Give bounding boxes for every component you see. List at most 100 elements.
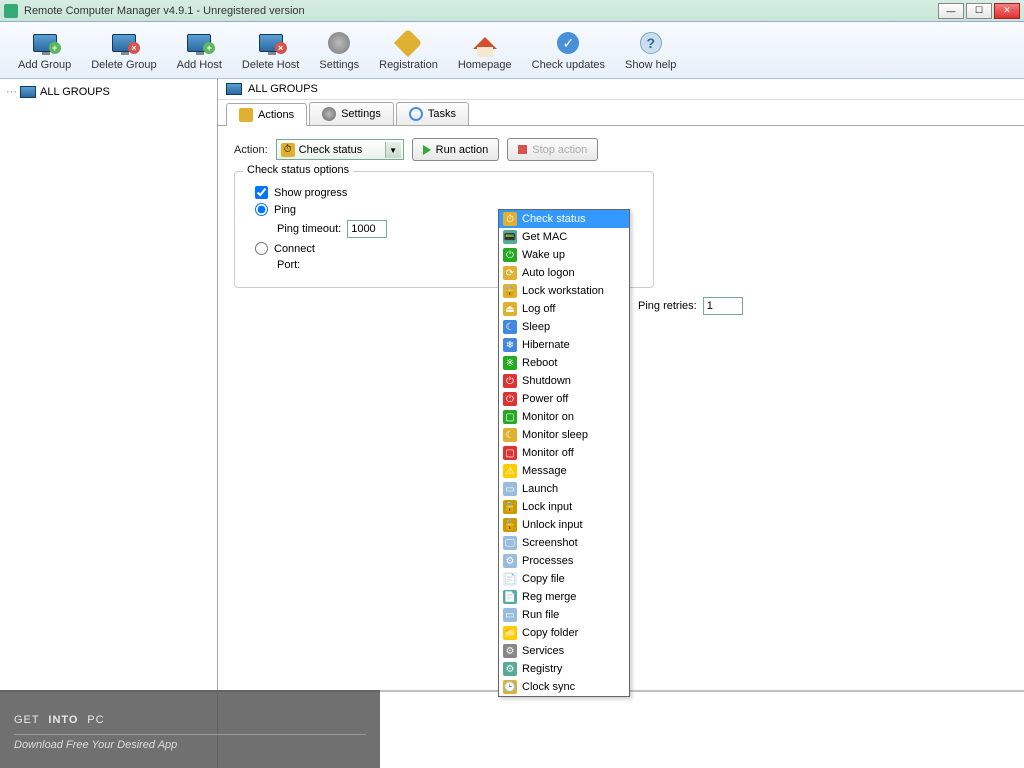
dropdown-item[interactable]: ⚙Services — [499, 642, 629, 660]
show-progress-checkbox[interactable] — [255, 186, 268, 199]
monitor-icon: + — [33, 34, 57, 52]
key-icon — [394, 29, 422, 57]
dropdown-item-label: Reg merge — [522, 591, 576, 603]
action-icon: 🔒 — [503, 284, 517, 298]
dropdown-item-label: Hibernate — [522, 339, 570, 351]
dropdown-item[interactable]: ⚠Message — [499, 462, 629, 480]
dropdown-item[interactable]: 🔒 Lock input — [499, 498, 629, 516]
dropdown-item-label: Lock input — [522, 501, 572, 513]
dropdown-item[interactable]: ※Reboot — [499, 354, 629, 372]
key-icon — [239, 108, 253, 122]
button-label: Run action — [436, 144, 489, 156]
dropdown-item[interactable]: ⏻Power off — [499, 390, 629, 408]
action-icon: ⏻ — [503, 374, 517, 388]
action-icon: ⚙ — [503, 662, 517, 676]
dropdown-item[interactable]: ▭Run file — [499, 606, 629, 624]
stop-icon — [518, 145, 527, 154]
add-host-button[interactable]: + Add Host — [167, 24, 232, 76]
dropdown-item-label: Monitor sleep — [522, 429, 588, 441]
add-group-button[interactable]: + Add Group — [8, 24, 81, 76]
watermark-sub: Download Free Your Desired App — [14, 734, 366, 751]
ping-radio[interactable] — [255, 203, 268, 216]
minimize-button[interactable]: — — [938, 3, 964, 19]
dropdown-item[interactable]: ⏻Wake up — [499, 246, 629, 264]
action-icon: ⚙ — [503, 644, 517, 658]
dropdown-item[interactable]: ▢ Monitor on — [499, 408, 629, 426]
delete-host-button[interactable]: × Delete Host — [232, 24, 309, 76]
dropdown-item[interactable]: 🔓Unlock input — [499, 516, 629, 534]
toolbar-label: Delete Host — [242, 59, 299, 71]
dropdown-item[interactable]: ⏏Log off — [499, 300, 629, 318]
help-icon: ? — [640, 32, 662, 54]
tab-label: Actions — [258, 109, 294, 121]
clock-icon: ⏱ — [281, 143, 295, 157]
action-icon: 🔒 — [503, 500, 517, 514]
tab-tasks[interactable]: Tasks — [396, 102, 469, 125]
action-icon: ▢ — [503, 410, 517, 424]
dropdown-item[interactable]: 📁 Copy folder — [499, 624, 629, 642]
connect-radio[interactable] — [255, 242, 268, 255]
toolbar-label: Add Group — [18, 59, 71, 71]
action-combo[interactable]: ⏱ Check status ▼ — [276, 139, 404, 160]
action-icon: ⏻ — [503, 248, 517, 262]
dropdown-item[interactable]: 🕒Clock sync — [499, 678, 629, 696]
dropdown-item[interactable]: ☾Monitor sleep — [499, 426, 629, 444]
dropdown-item-label: Monitor on — [522, 411, 574, 423]
maximize-button[interactable]: ☐ — [966, 3, 992, 19]
button-label: Stop action — [532, 144, 587, 156]
dropdown-item-label: Registry — [522, 663, 562, 675]
show-help-button[interactable]: ? Show help — [615, 24, 686, 76]
watermark: GET INTO PC Download Free Your Desired A… — [0, 690, 380, 768]
action-icon: ※ — [503, 356, 517, 370]
dropdown-item[interactable]: ▭Launch — [499, 480, 629, 498]
tab-actions[interactable]: Actions — [226, 103, 307, 126]
stop-action-button[interactable]: Stop action — [507, 138, 598, 161]
action-icon: 📁 — [503, 626, 517, 640]
tree-line: ⋯ — [6, 85, 16, 98]
dropdown-item-label: Processes — [522, 555, 573, 567]
dropdown-item[interactable]: ⟳Auto logon — [499, 264, 629, 282]
tree-root-label: ALL GROUPS — [40, 86, 110, 98]
dropdown-item[interactable]: 📟Get MAC — [499, 228, 629, 246]
action-icon: ❄ — [503, 338, 517, 352]
dropdown-item[interactable]: ⏱Check status — [499, 210, 629, 228]
dropdown-item-label: Clock sync — [522, 681, 575, 693]
dropdown-item-label: Copy file — [522, 573, 565, 585]
action-dropdown[interactable]: ⏱Check status📟Get MAC⏻Wake up⟳Auto logon… — [498, 209, 630, 697]
dropdown-item-label: Log off — [522, 303, 555, 315]
tab-settings[interactable]: Settings — [309, 102, 394, 125]
ping-timeout-input[interactable] — [347, 220, 387, 238]
dropdown-item[interactable]: ☾Sleep — [499, 318, 629, 336]
dropdown-item[interactable]: 📄Reg merge — [499, 588, 629, 606]
toolbar-label: Registration — [379, 59, 438, 71]
dropdown-item-label: Shutdown — [522, 375, 571, 387]
ping-retries-input[interactable] — [703, 297, 743, 315]
tab-label: Tasks — [428, 108, 456, 120]
action-icon: ⚠ — [503, 464, 517, 478]
dropdown-item[interactable]: ⚙ Registry — [499, 660, 629, 678]
dropdown-item[interactable]: ❄ Hibernate — [499, 336, 629, 354]
check-updates-button[interactable]: ✓ Check updates — [522, 24, 615, 76]
dropdown-item[interactable]: ▢Monitor off — [499, 444, 629, 462]
run-action-button[interactable]: Run action — [412, 138, 500, 161]
dropdown-item-label: Lock workstation — [522, 285, 604, 297]
groups-tree[interactable]: ⋯ ALL GROUPS — [0, 79, 218, 768]
check-icon: ✓ — [557, 32, 579, 54]
dropdown-item-label: Copy folder — [522, 627, 578, 639]
tab-bar: Actions Settings Tasks — [218, 102, 1024, 126]
dropdown-item[interactable]: ⚙Processes — [499, 552, 629, 570]
homepage-button[interactable]: Homepage — [448, 24, 522, 76]
dropdown-item-label: Sleep — [522, 321, 550, 333]
dropdown-item[interactable]: 🔒 Lock workstation — [499, 282, 629, 300]
registration-button[interactable]: Registration — [369, 24, 448, 76]
close-button[interactable]: ✕ — [994, 3, 1020, 19]
dropdown-item-label: Check status — [522, 213, 586, 225]
ping-retries-row: Ping retries: — [638, 297, 743, 315]
dropdown-item[interactable]: 🖵Screenshot — [499, 534, 629, 552]
settings-button[interactable]: Settings — [309, 24, 369, 76]
delete-group-button[interactable]: × Delete Group — [81, 24, 166, 76]
tree-root[interactable]: ⋯ ALL GROUPS — [4, 83, 213, 100]
field-label: Port: — [277, 259, 300, 271]
dropdown-item[interactable]: 📄Copy file — [499, 570, 629, 588]
dropdown-item[interactable]: ⏻ Shutdown — [499, 372, 629, 390]
